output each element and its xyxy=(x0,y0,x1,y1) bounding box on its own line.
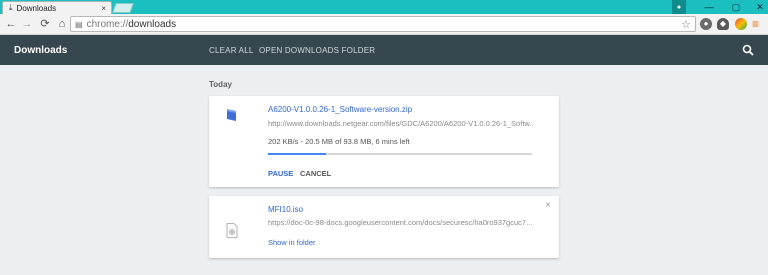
show-in-folder-link[interactable]: Show in folder xyxy=(268,238,316,247)
disc-image-file-icon xyxy=(226,223,238,238)
tab-downloads[interactable]: ⤓ Downloads × xyxy=(2,1,112,14)
minimize-button[interactable]: — xyxy=(700,0,718,14)
file-name-link[interactable]: MFI10.iso xyxy=(268,205,303,214)
menu-icon[interactable]: ≡ xyxy=(752,17,759,31)
browser-toolbar: ← → ⟳ ⌂ ▤ chrome:// downloads ☆ ● ◆ ≡ xyxy=(0,14,768,35)
progress-bar xyxy=(268,153,532,155)
cancel-button[interactable]: CANCEL xyxy=(300,169,331,178)
zip-file-icon xyxy=(227,109,236,121)
extension-icon[interactable]: ● xyxy=(700,18,712,30)
remove-download-button[interactable]: × xyxy=(545,200,551,211)
progress-fill xyxy=(268,153,327,155)
star-icon[interactable]: ☆ xyxy=(681,18,691,31)
maximize-button[interactable]: ▢ xyxy=(727,0,745,14)
file-url: http://www.downloads.netgear.com/files/G… xyxy=(268,119,534,128)
date-heading: Today xyxy=(209,80,232,89)
clear-all-button[interactable]: CLEAR ALL xyxy=(209,46,254,55)
page-title: Downloads xyxy=(14,44,68,56)
file-name-link[interactable]: A6200-V1.0.0.26-1_Software-version.zip xyxy=(268,105,412,114)
open-downloads-folder-button[interactable]: OPEN DOWNLOADS FOLDER xyxy=(259,46,375,55)
close-window-button[interactable]: ✕ xyxy=(752,0,768,14)
url-path: downloads xyxy=(128,18,177,30)
downloads-header: Downloads CLEAR ALL OPEN DOWNLOADS FOLDE… xyxy=(0,35,768,65)
extension-icon[interactable]: ◆ xyxy=(717,18,729,30)
page-icon: ▤ xyxy=(75,19,83,29)
download-item: MFI10.iso https://doc-0c-98-docs.googleu… xyxy=(209,196,559,258)
download-icon: ⤓ xyxy=(9,3,13,12)
pause-button[interactable]: PAUSE xyxy=(268,169,293,178)
file-url: https://doc-0c-98-docs.googleusercontent… xyxy=(268,218,533,227)
download-item: A6200-V1.0.0.26-1_Software-version.zip h… xyxy=(209,96,559,187)
url-scheme: chrome:// xyxy=(86,18,129,30)
extension-icon[interactable] xyxy=(735,18,747,30)
reload-button[interactable]: ⟳ xyxy=(38,17,52,31)
new-tab-button[interactable] xyxy=(112,3,134,13)
back-button[interactable]: ← xyxy=(4,17,18,31)
profile-icon[interactable]: ● xyxy=(672,0,686,14)
forward-button[interactable]: → xyxy=(20,17,34,31)
address-bar[interactable]: ▤ chrome:// downloads ☆ xyxy=(70,16,696,32)
home-button[interactable]: ⌂ xyxy=(55,17,69,31)
download-status: 202 KB/s - 20.5 MB of 93.8 MB, 6 mins le… xyxy=(268,137,410,146)
title-bar: ⤓ Downloads × ● — ▢ ✕ xyxy=(0,0,768,14)
search-icon[interactable] xyxy=(742,44,754,56)
tab-close-button[interactable]: × xyxy=(101,4,106,13)
tab-title: Downloads xyxy=(16,3,57,13)
